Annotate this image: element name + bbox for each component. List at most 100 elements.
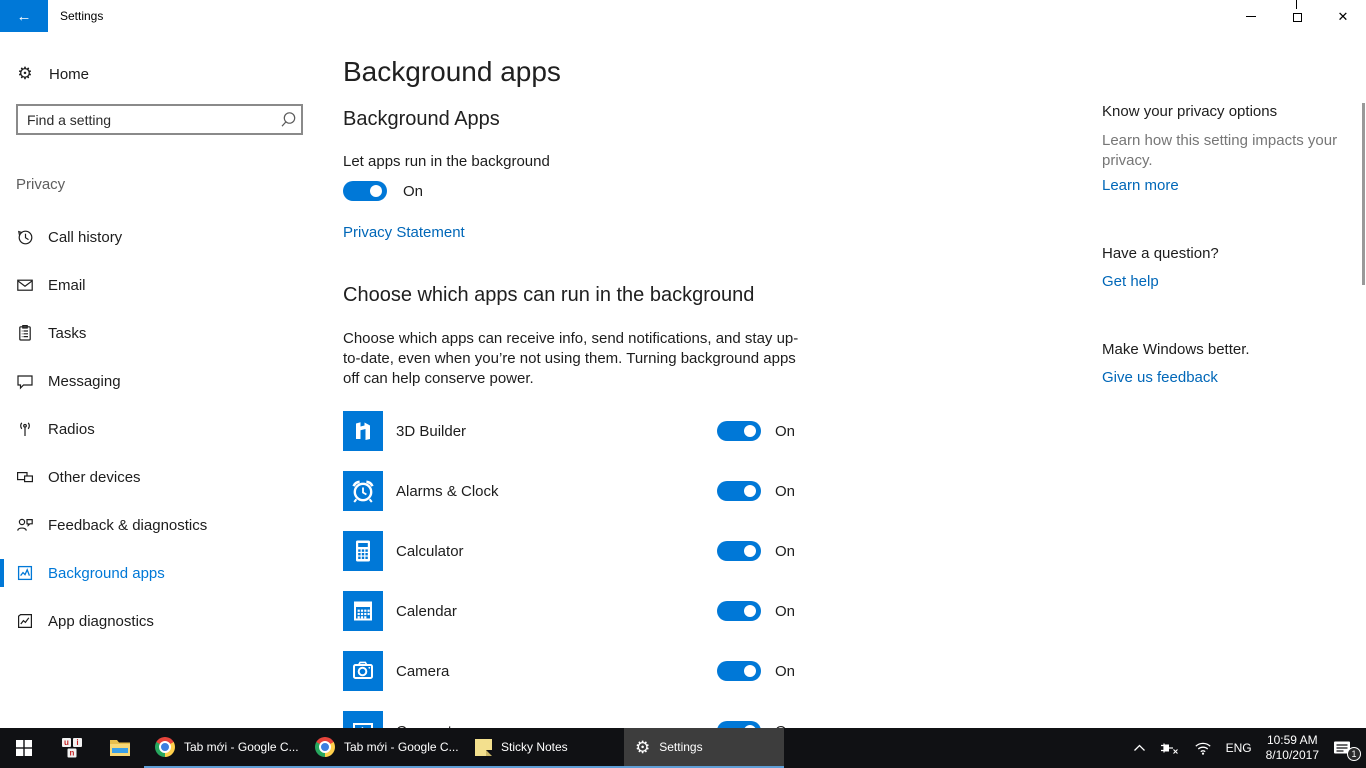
have-a-question-title: Have a question? bbox=[1102, 245, 1219, 262]
sidebar-item-call-history[interactable]: Call history bbox=[0, 213, 343, 261]
back-arrow-icon: ← bbox=[17, 8, 32, 25]
privacy-options-description: Learn how this setting impacts your priv… bbox=[1102, 131, 1340, 171]
sidebar-nav: Call history Email Tasks Messaging Radio… bbox=[0, 213, 343, 645]
wifi-icon bbox=[1194, 741, 1212, 755]
tray-show-hidden-icons[interactable] bbox=[1126, 728, 1153, 768]
toggle-knob bbox=[370, 185, 382, 197]
let-apps-run-label: Let apps run in the background bbox=[343, 153, 550, 170]
sidebar-item-home[interactable]: ⚙ Home bbox=[0, 56, 343, 92]
alarms-clock-toggle[interactable] bbox=[717, 481, 761, 501]
app-row-alarms-clock: Alarms & Clock On bbox=[343, 461, 801, 521]
learn-more-link[interactable]: Learn more bbox=[1102, 177, 1179, 194]
alarms-clock-icon bbox=[343, 471, 383, 511]
tray-clock[interactable]: 10:59 AM 8/10/2017 bbox=[1259, 728, 1326, 768]
restore-icon bbox=[1293, 13, 1302, 22]
calculator-toggle-state: On bbox=[775, 543, 801, 560]
scrollbar[interactable] bbox=[1362, 103, 1365, 285]
file-explorer-button[interactable] bbox=[96, 728, 144, 768]
alarms-clock-toggle-state: On bbox=[775, 483, 801, 500]
choose-apps-heading: Choose which apps can run in the backgro… bbox=[343, 284, 754, 307]
app-diagnostics-icon bbox=[16, 612, 34, 630]
titlebar: ← Settings ✕ bbox=[0, 0, 1366, 32]
file-explorer-icon bbox=[109, 739, 131, 757]
3d-builder-toggle-state: On bbox=[775, 423, 801, 440]
svg-text:n: n bbox=[70, 749, 75, 758]
action-center-button[interactable]: 1 bbox=[1326, 728, 1360, 768]
restore-button[interactable] bbox=[1274, 0, 1320, 32]
chevron-up-icon bbox=[1133, 743, 1146, 753]
close-button[interactable]: ✕ bbox=[1320, 0, 1366, 32]
search-box[interactable] bbox=[16, 104, 303, 135]
sidebar-item-tasks[interactable]: Tasks bbox=[0, 309, 343, 357]
camera-toggle[interactable] bbox=[717, 661, 761, 681]
close-icon: ✕ bbox=[1338, 10, 1349, 23]
notification-badge: 1 bbox=[1347, 747, 1361, 761]
feedback-icon bbox=[16, 516, 34, 534]
windows-logo-icon bbox=[16, 740, 32, 756]
gear-icon: ⚙ bbox=[16, 64, 34, 84]
messaging-icon bbox=[16, 372, 34, 390]
background-apps-icon bbox=[16, 564, 34, 582]
back-button[interactable]: ← bbox=[0, 0, 48, 32]
sidebar-item-radios[interactable]: Radios bbox=[0, 405, 343, 453]
let-apps-run-toggle-state: On bbox=[403, 183, 423, 200]
email-icon bbox=[16, 276, 34, 294]
tray-language-indicator[interactable]: ENG bbox=[1219, 728, 1259, 768]
tray-wifi[interactable] bbox=[1187, 728, 1219, 768]
radios-icon bbox=[16, 420, 34, 438]
page-title: Background apps bbox=[343, 56, 561, 88]
start-button[interactable] bbox=[0, 728, 48, 768]
sidebar-home-label: Home bbox=[49, 66, 89, 83]
tasks-icon bbox=[16, 324, 34, 342]
sidebar-item-feedback-diagnostics[interactable]: Feedback & diagnostics bbox=[0, 501, 343, 549]
privacy-statement-link[interactable]: Privacy Statement bbox=[343, 224, 465, 241]
sidebar-item-other-devices[interactable]: Other devices bbox=[0, 453, 343, 501]
sticky-notes-icon bbox=[475, 739, 492, 756]
minimize-icon bbox=[1246, 16, 1256, 17]
camera-icon bbox=[343, 651, 383, 691]
background-apps-list: 3D Builder On Alarms & Clock On Calculat… bbox=[343, 401, 801, 761]
tray-date: 8/10/2017 bbox=[1266, 748, 1319, 763]
window-title: Settings bbox=[60, 0, 103, 32]
camera-toggle-state: On bbox=[775, 663, 801, 680]
search-icon bbox=[275, 111, 301, 128]
taskbar: uin Tab mới - Google C... Tab mới - Goog… bbox=[0, 728, 1366, 768]
taskbar-sticky-notes[interactable]: Sticky Notes bbox=[464, 728, 624, 768]
get-help-link[interactable]: Get help bbox=[1102, 273, 1159, 290]
let-apps-run-toggle[interactable] bbox=[343, 181, 387, 201]
system-tray: ENG 10:59 AM 8/10/2017 1 bbox=[1126, 728, 1366, 768]
sidebar-item-email[interactable]: Email bbox=[0, 261, 343, 309]
taskbar-settings[interactable]: ⚙ Settings bbox=[624, 728, 784, 768]
taskbar-chrome-window-2[interactable]: Tab mới - Google C... bbox=[304, 728, 464, 768]
choose-apps-description: Choose which apps can receive info, send… bbox=[343, 329, 801, 389]
calendar-icon bbox=[343, 591, 383, 631]
tray-time: 10:59 AM bbox=[1267, 733, 1318, 748]
app-row-camera: Camera On bbox=[343, 641, 801, 701]
settings-gear-icon: ⚙ bbox=[635, 739, 650, 756]
calendar-toggle[interactable] bbox=[717, 601, 761, 621]
chrome-icon bbox=[315, 737, 335, 757]
make-windows-better-title: Make Windows better. bbox=[1102, 341, 1250, 358]
power-plug-icon bbox=[1160, 741, 1180, 755]
app-row-calculator: Calculator On bbox=[343, 521, 801, 581]
3d-builder-icon bbox=[343, 411, 383, 451]
unikey-button[interactable]: uin bbox=[48, 728, 96, 768]
calculator-toggle[interactable] bbox=[717, 541, 761, 561]
minimize-button[interactable] bbox=[1228, 0, 1274, 32]
sidebar-item-background-apps[interactable]: Background apps bbox=[0, 549, 343, 597]
3d-builder-toggle[interactable] bbox=[717, 421, 761, 441]
background-apps-heading: Background Apps bbox=[343, 108, 500, 131]
svg-text:i: i bbox=[76, 738, 78, 747]
calculator-icon bbox=[343, 531, 383, 571]
search-input[interactable] bbox=[18, 112, 275, 128]
taskbar-chrome-window-1[interactable]: Tab mới - Google C... bbox=[144, 728, 304, 768]
privacy-options-title: Know your privacy options bbox=[1102, 103, 1277, 120]
give-us-feedback-link[interactable]: Give us feedback bbox=[1102, 369, 1218, 386]
sidebar-item-messaging[interactable]: Messaging bbox=[0, 357, 343, 405]
other-devices-icon bbox=[16, 468, 34, 486]
sidebar-item-app-diagnostics[interactable]: App diagnostics bbox=[0, 597, 343, 645]
app-row-3d-builder: 3D Builder On bbox=[343, 401, 801, 461]
tray-power-status[interactable] bbox=[1153, 728, 1187, 768]
sidebar-section-privacy: Privacy bbox=[16, 176, 65, 193]
settings-sidebar: ⚙ Home Privacy Call history Email Tasks … bbox=[0, 32, 343, 728]
